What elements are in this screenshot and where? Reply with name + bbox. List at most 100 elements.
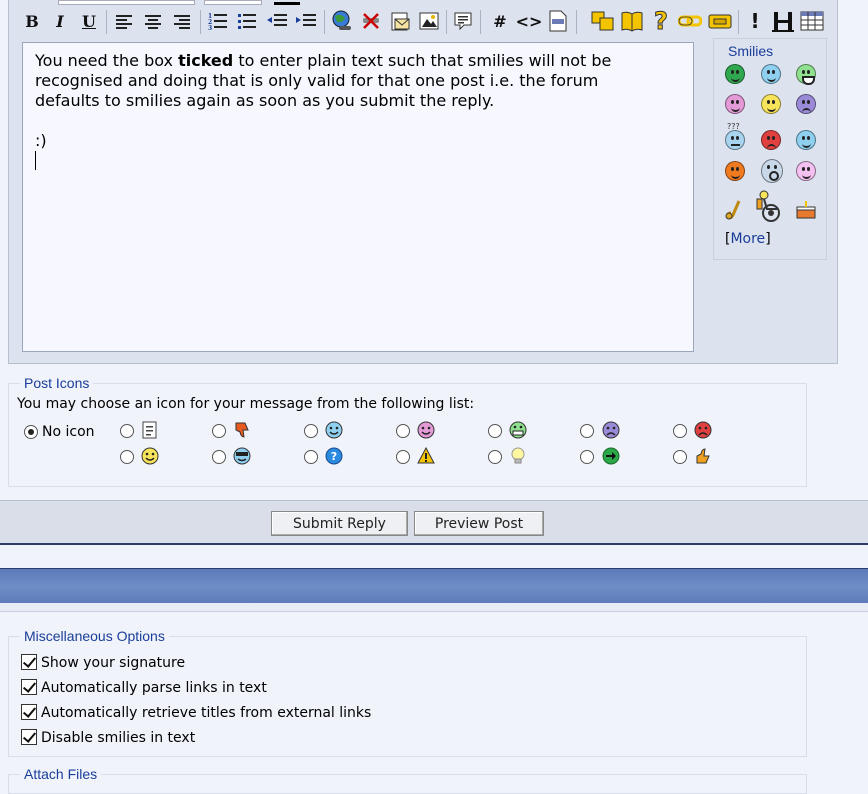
align-left-icon [116,15,132,29]
pink-face-icon[interactable] [725,94,745,114]
wrap-code-button[interactable]: <> [516,9,543,33]
post-icon-radio[interactable] [304,450,318,464]
image-icon [419,12,439,30]
signature-checkbox[interactable] [21,654,37,670]
question-icon: ? [325,447,343,465]
message-line: You need the box ticked to enter plain t… [35,51,681,71]
insert-url-button[interactable] [678,9,702,33]
no-icon-radio[interactable] [24,425,38,439]
post-icon-radio[interactable] [120,424,134,438]
lightbulb-icon [511,447,525,464]
document-icon [142,421,157,439]
outdent-button[interactable] [265,9,289,33]
pink-face-icon [417,421,435,439]
email-icon [391,12,410,31]
rolleyes-icon[interactable] [796,130,816,150]
color-select-fragment[interactable] [274,2,300,5]
spell-check-button[interactable] [620,9,644,33]
help-button[interactable]: ? [649,7,673,36]
post-icon-radio[interactable] [673,424,687,438]
disable-smilies-checkbox[interactable] [21,729,37,745]
message-textarea[interactable]: You need the box ticked to enter plain t… [22,42,694,352]
insert-email-button[interactable] [388,9,412,33]
confused-icon[interactable] [725,130,745,150]
ordered-list-icon: 123 [208,13,227,30]
unordered-list-button[interactable] [235,9,259,33]
grin-green-icon[interactable] [796,64,816,85]
smile-blue-icon[interactable] [761,64,781,84]
tongue-icon[interactable] [796,161,816,181]
insert-quote-button[interactable] [451,9,475,33]
wrap-code-hash-button[interactable]: # [488,9,512,33]
post-icon-radio[interactable] [212,424,226,438]
bold-button[interactable]: B [20,9,44,33]
switch-mode-button[interactable] [591,9,615,33]
no-icon-label: No icon [42,424,95,440]
smile-yellow-icon [141,447,159,465]
cake-icon[interactable] [795,200,817,220]
italic-label: I [56,11,64,31]
toolbar-divider [106,10,107,34]
unordered-list-icon [238,14,256,29]
retrieve-titles-label: Automatically retrieve titles from exter… [41,705,372,721]
insert-link-button[interactable] [330,9,354,33]
message-line: recognised and doing that is only valid … [35,71,599,90]
post-icon-radio[interactable] [580,450,594,464]
underline-button[interactable]: U [77,9,101,33]
saxophone-icon[interactable] [725,199,745,221]
parse-links-checkbox[interactable] [21,679,37,695]
post-icon-radio[interactable] [580,424,594,438]
horizontal-rule-button[interactable] [771,9,795,33]
exclamation-button[interactable]: ! [743,9,767,33]
post-icon-radio[interactable] [673,450,687,464]
align-center-button[interactable] [141,9,165,33]
wheelchair-icon[interactable] [755,189,787,223]
smile-yellow-icon[interactable] [761,94,781,114]
align-left-button[interactable] [112,9,136,33]
indent-button[interactable] [294,9,318,33]
smile-blue-icon [325,421,343,439]
ordered-list-button[interactable]: 123 [206,9,230,33]
post-icon-radio[interactable] [488,450,502,464]
insert-image-button[interactable] [417,9,441,33]
smilies-title: Smilies [728,43,774,59]
php-file-icon [549,10,567,32]
insert-table-button[interactable] [800,9,824,33]
cool-orange-icon[interactable] [725,161,745,181]
align-center-icon [145,15,161,29]
misc-options-legend: Miscellaneous Options [20,628,169,644]
post-icon-radio[interactable] [304,424,318,438]
toolbar-divider [446,10,447,34]
post-icon-radio[interactable] [212,450,226,464]
insert-table-button-alt[interactable] [708,9,732,33]
message-text: to enter plain text such that smilies wi… [233,51,612,70]
remove-link-button[interactable] [359,9,383,33]
italic-button[interactable]: I [48,9,72,33]
switch-mode-icon [591,11,614,31]
eek-icon[interactable] [761,159,783,183]
smilies-more-link[interactable]: More [730,231,765,247]
post-icon-radio[interactable] [488,424,502,438]
mad-icon [694,421,712,439]
message-bold-text: ticked [178,51,234,70]
exclamation-label: ! [750,9,760,33]
align-right-icon [174,15,190,29]
preview-post-button[interactable]: Preview Post [414,511,544,536]
help-label: ? [654,7,669,36]
mad-icon[interactable] [761,130,781,150]
frown-purple-icon[interactable] [796,94,816,114]
thumbs-down-icon [235,422,249,438]
frown-purple-icon [602,421,620,439]
post-icons-legend: Post Icons [20,375,94,391]
post-icon-radio[interactable] [396,450,410,464]
post-icon-radio[interactable] [120,450,134,464]
retrieve-titles-checkbox[interactable] [21,704,37,720]
message-blank-line [35,111,681,131]
align-right-button[interactable] [170,9,194,33]
submit-reply-button[interactable]: Submit Reply [271,511,408,536]
size-select-fragment[interactable] [204,0,262,5]
font-select-fragment[interactable] [58,0,195,5]
wrap-php-button[interactable] [546,9,570,33]
post-icon-radio[interactable] [396,424,410,438]
green-face-icon[interactable] [725,64,745,84]
